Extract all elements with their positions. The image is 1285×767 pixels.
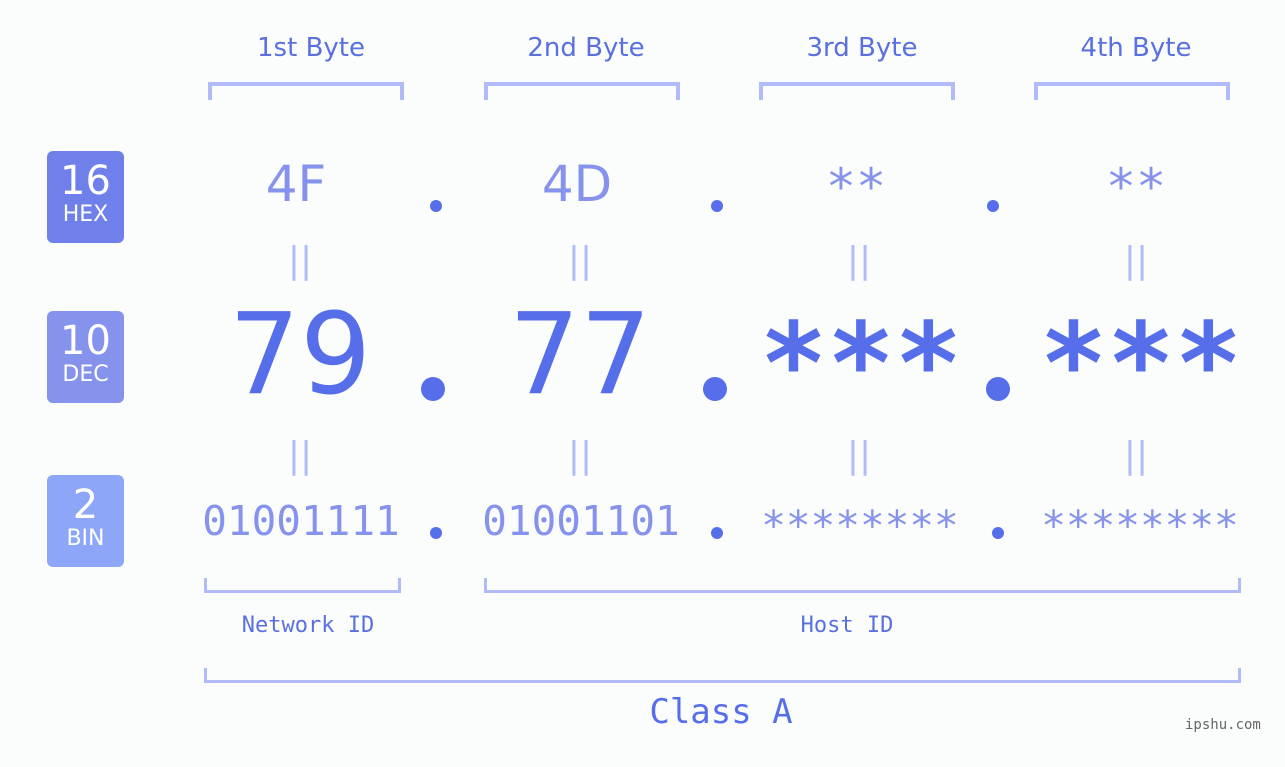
dec-badge: 10 DEC xyxy=(47,311,124,403)
byte-header-3: 3rd Byte xyxy=(806,33,918,63)
bin-byte-2: 01001101 xyxy=(482,497,680,545)
dec-byte-1: 79 xyxy=(228,290,372,420)
equals-hex-dec-2: || xyxy=(567,240,593,281)
equals-hex-dec-1: || xyxy=(287,240,313,281)
network-id-bracket xyxy=(204,578,401,593)
bin-badge: 2 BIN xyxy=(47,475,124,567)
hex-byte-3: ** xyxy=(825,158,887,216)
dec-dot-1 xyxy=(421,377,445,401)
byte-header-4: 4th Byte xyxy=(1080,33,1192,63)
byte-bracket-4 xyxy=(1034,82,1230,100)
class-bracket xyxy=(204,668,1241,683)
dec-byte-2: 77 xyxy=(508,290,652,420)
hex-badge-label: HEX xyxy=(62,202,109,227)
bin-dot-3 xyxy=(992,527,1004,539)
hex-badge: 16 HEX xyxy=(47,151,124,243)
bin-byte-1: 01001111 xyxy=(202,497,400,545)
hex-byte-2: 4D xyxy=(541,155,613,213)
hex-byte-1: 4F xyxy=(265,155,327,213)
host-id-label: Host ID xyxy=(800,613,894,638)
bin-byte-4: ******** xyxy=(1041,502,1239,550)
dec-badge-number: 10 xyxy=(60,318,111,364)
bin-badge-number: 2 xyxy=(72,482,99,528)
hex-dot-2 xyxy=(711,200,723,212)
site-watermark: ipshu.com xyxy=(1185,717,1261,733)
byte-header-1: 1st Byte xyxy=(257,33,365,63)
equals-dec-bin-1: || xyxy=(287,435,313,476)
equals-dec-bin-3: || xyxy=(846,435,872,476)
bin-byte-3: ******** xyxy=(761,502,959,550)
byte-bracket-1 xyxy=(208,82,404,100)
bin-badge-label: BIN xyxy=(66,526,105,551)
equals-hex-dec-4: || xyxy=(1123,240,1149,281)
network-id-label: Network ID xyxy=(241,613,375,638)
dec-dot-2 xyxy=(703,377,727,401)
byte-bracket-3 xyxy=(759,82,955,100)
dec-byte-4: *** xyxy=(1039,300,1243,430)
hex-dot-3 xyxy=(987,200,999,212)
hex-byte-4: ** xyxy=(1105,158,1167,216)
bin-dot-1 xyxy=(430,527,442,539)
hex-dot-1 xyxy=(430,200,442,212)
byte-bracket-2 xyxy=(484,82,680,100)
host-id-bracket xyxy=(484,578,1241,593)
bin-dot-2 xyxy=(711,527,723,539)
byte-header-2: 2nd Byte xyxy=(527,33,645,63)
dec-dot-3 xyxy=(986,377,1010,401)
dec-byte-3: *** xyxy=(759,300,963,430)
dec-badge-label: DEC xyxy=(62,362,109,387)
hex-badge-number: 16 xyxy=(60,158,111,204)
equals-dec-bin-2: || xyxy=(567,435,593,476)
equals-hex-dec-3: || xyxy=(846,240,872,281)
class-label: Class A xyxy=(649,692,793,732)
equals-dec-bin-4: || xyxy=(1123,435,1149,476)
